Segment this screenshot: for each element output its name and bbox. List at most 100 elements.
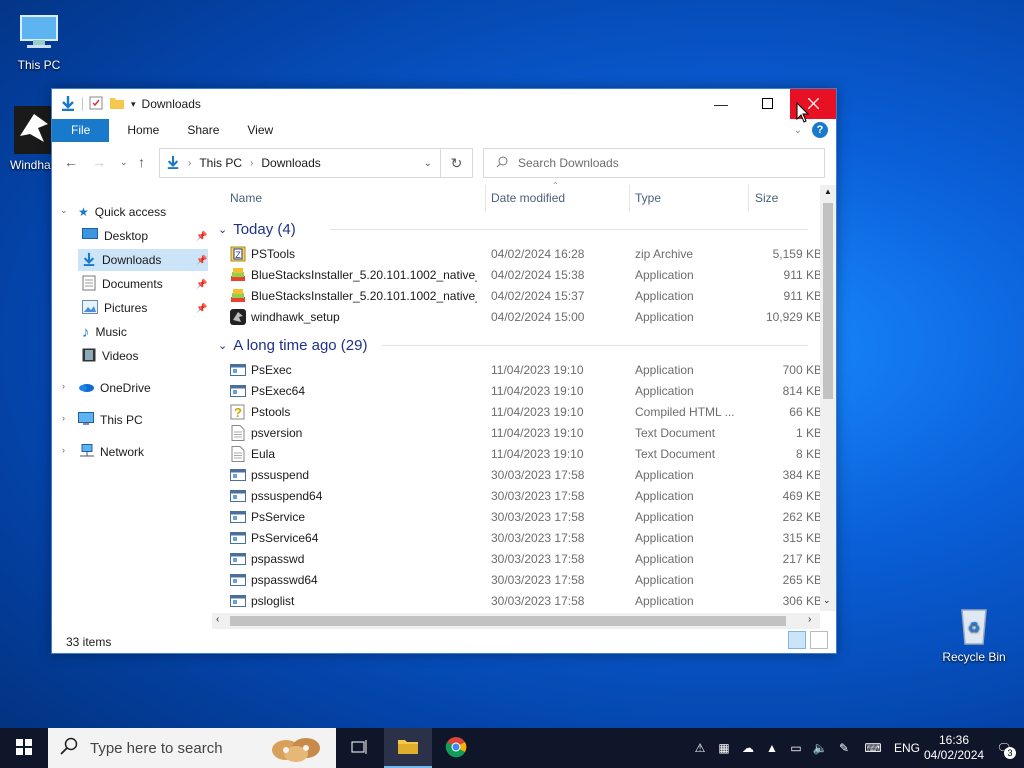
address-bar[interactable]: › This PC › Downloads ⌄ — [159, 148, 441, 178]
scroll-up-icon[interactable]: ▲ — [824, 187, 832, 196]
language-indicator[interactable]: ENG — [890, 741, 924, 755]
table-row[interactable]: PsService64 30/03/2023 17:58 Application 31… — [228, 528, 822, 549]
pen-icon[interactable]: ✎ — [832, 741, 856, 755]
large-icons-view-icon[interactable] — [810, 631, 828, 649]
onedrive-icon[interactable]: ☁ — [736, 741, 760, 755]
title-bar[interactable]: ▾ Downloads — — [52, 89, 836, 119]
nav-this-pc[interactable]: This PC — [78, 409, 143, 431]
scroll-down-icon[interactable]: ⌄ — [823, 595, 831, 606]
nav-network[interactable]: Network — [78, 441, 144, 463]
nav-videos[interactable]: Videos — [82, 345, 138, 367]
volume-muted-icon[interactable]: 🔈 — [808, 741, 832, 755]
column-divider[interactable] — [748, 185, 749, 211]
details-view-icon[interactable] — [788, 631, 806, 649]
tab-home[interactable]: Home — [113, 119, 173, 142]
horizontal-scroll-thumb[interactable] — [230, 616, 786, 626]
touch-keyboard-icon[interactable]: ⌨ — [856, 741, 890, 755]
pin-icon[interactable]: 📌 — [196, 255, 207, 266]
table-row[interactable]: PsService 30/03/2023 17:58 Application 262 … — [228, 507, 822, 528]
column-header-name[interactable]: Name — [230, 185, 262, 211]
desktop-this-pc-icon[interactable]: This PC — [3, 10, 75, 72]
column-header-type[interactable]: Type — [635, 185, 661, 211]
folder-icon — [397, 737, 419, 758]
help-icon[interactable]: ? — [812, 122, 828, 138]
nav-onedrive[interactable]: OneDrive — [78, 377, 151, 399]
search-box[interactable]: Search Downloads — [483, 148, 825, 178]
table-row[interactable]: pssuspend 30/03/2023 17:58 Application 384 … — [228, 465, 822, 486]
notifications-icon[interactable]: 🗨 3 — [984, 741, 1024, 759]
desktop-recycle-bin-icon[interactable]: ♻ Recycle Bin — [938, 602, 1010, 664]
table-row[interactable]: windhawk_setup 04/02/2024 15:00 Applicatio… — [228, 307, 822, 328]
file-type: Application — [635, 510, 694, 524]
start-button[interactable] — [0, 728, 48, 768]
refresh-button[interactable]: ↻ — [441, 148, 473, 178]
nav-downloads[interactable]: Downloads 📌 — [78, 249, 208, 271]
breadcrumb-downloads[interactable]: Downloads — [261, 156, 320, 170]
clock[interactable]: 16:36 04/02/2024 — [924, 733, 984, 763]
column-divider[interactable] — [629, 185, 630, 211]
security-warning-icon[interactable]: ⚠ — [688, 741, 712, 755]
horizontal-scrollbar[interactable]: ‹ › — [212, 613, 820, 629]
nav-documents[interactable]: Documents 📌 — [82, 273, 208, 295]
back-arrow-icon[interactable]: ← — [64, 154, 78, 170]
windhawk-tray-icon[interactable]: ▲ — [760, 741, 784, 755]
table-row[interactable]: Eula 11/04/2023 19:10 Text Document 8 KB — [228, 444, 822, 465]
taskbar-chrome[interactable] — [432, 728, 480, 768]
properties-icon[interactable] — [89, 96, 103, 113]
column-header-size[interactable]: Size — [755, 185, 778, 211]
scroll-left-icon[interactable]: ‹ — [216, 614, 219, 625]
table-row[interactable]: pspasswd64 30/03/2023 17:58 Application 265… — [228, 570, 822, 591]
nav-quick-access[interactable]: ★ Quick access — [78, 201, 166, 223]
pin-icon[interactable]: 📌 — [196, 231, 207, 242]
tab-share[interactable]: Share — [173, 119, 233, 142]
pin-icon[interactable]: 📌 — [196, 303, 207, 314]
pin-icon[interactable]: 📌 — [196, 279, 207, 290]
maximize-button[interactable] — [744, 89, 790, 119]
table-row[interactable]: psloglist 30/03/2023 17:58 Application 306 … — [228, 591, 822, 612]
vertical-scroll-thumb[interactable] — [823, 203, 833, 399]
table-row[interactable]: BlueStacksInstaller_5.20.101.1002_native… — [228, 286, 822, 307]
file-name: pspasswd — [251, 552, 305, 566]
table-row[interactable]: PsExec 11/04/2023 19:10 Application 700 KB — [228, 360, 822, 381]
expand-chevron-icon[interactable]: › — [62, 381, 65, 391]
forward-arrow-icon[interactable]: → — [92, 154, 106, 170]
table-row[interactable]: BlueStacksInstaller_5.20.101.1002_native… — [228, 265, 822, 286]
taskbar-file-explorer[interactable] — [384, 728, 432, 768]
group-header-today[interactable]: ⌄ Today (4) — [218, 219, 808, 239]
group-header-older[interactable]: ⌄ A long time ago (29) — [218, 335, 808, 355]
taskbar-search-box[interactable]: Type here to search — [48, 728, 336, 768]
file-type: Application — [635, 573, 694, 587]
tab-file[interactable]: File — [52, 119, 110, 142]
nav-desktop[interactable]: Desktop 📌 — [82, 225, 208, 247]
nav-music[interactable]: ♪ Music — [82, 321, 127, 343]
expand-chevron-icon[interactable]: › — [62, 445, 65, 455]
up-arrow-icon[interactable]: ↑ — [138, 154, 145, 170]
breadcrumb-this-pc[interactable]: This PC — [199, 156, 242, 170]
task-view-button[interactable] — [336, 728, 384, 768]
tab-view[interactable]: View — [233, 119, 287, 142]
expand-chevron-icon[interactable]: ⌄ — [60, 205, 68, 216]
table-row[interactable]: psversion 11/04/2023 19:10 Text Document 1 … — [228, 423, 822, 444]
network-icon[interactable]: ▭ — [784, 741, 808, 755]
address-dropdown-icon[interactable]: ⌄ — [424, 158, 432, 169]
scroll-right-icon[interactable]: › — [808, 614, 811, 625]
file-name: PSTools — [251, 247, 296, 261]
sort-chevron-icon: ⌃ — [552, 181, 559, 190]
table-row[interactable]: PsExec64 11/04/2023 19:10 Application 814 K… — [228, 381, 822, 402]
column-divider[interactable] — [485, 185, 486, 211]
nav-pictures[interactable]: Pictures 📌 — [82, 297, 208, 319]
recent-locations-icon[interactable]: ⌄ — [120, 157, 128, 168]
expand-chevron-icon[interactable]: › — [62, 413, 65, 423]
app-icon — [230, 362, 246, 378]
table-row[interactable]: pspasswd 30/03/2023 17:58 Application 217 K… — [228, 549, 822, 570]
vertical-scrollbar[interactable]: ▲ ⌄ — [820, 185, 836, 611]
table-row[interactable]: Z PSTools 04/02/2024 16:28 zip Archive 5,159… — [228, 244, 822, 265]
desktop-windhawk-icon[interactable]: Windhawk — [0, 106, 56, 172]
expand-ribbon-icon[interactable]: ⌄ — [794, 125, 802, 136]
table-row[interactable]: pssuspend64 30/03/2023 17:58 Application 46… — [228, 486, 822, 507]
new-folder-icon[interactable] — [109, 96, 125, 113]
windows-security-icon[interactable]: ▦ — [712, 741, 736, 755]
minimize-button[interactable]: — — [698, 89, 744, 119]
customize-toolbar-icon[interactable]: ▾ — [131, 99, 136, 110]
table-row[interactable]: ? Pstools 11/04/2023 19:10 Compiled HTML ..… — [228, 402, 822, 423]
